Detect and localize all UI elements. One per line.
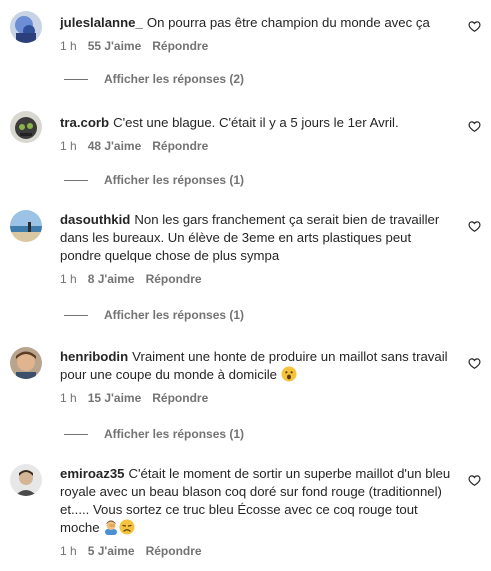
likes-count[interactable]: 5 J'aime bbox=[88, 544, 135, 558]
timestamp[interactable]: 1 h bbox=[60, 544, 77, 558]
comment-text: henribodin Vraiment une honte de produire… bbox=[60, 348, 452, 384]
disappointed-face-icon bbox=[119, 519, 135, 535]
comment-text: dasouthkid Non les gars franchement ça se… bbox=[60, 211, 452, 265]
avatar[interactable] bbox=[10, 464, 42, 496]
heart-outline-icon[interactable] bbox=[468, 357, 481, 370]
likes-count[interactable]: 8 J'aime bbox=[88, 272, 135, 286]
view-replies-button[interactable]: Afficher les réponses (1) bbox=[64, 307, 244, 323]
username-link[interactable]: henribodin bbox=[60, 349, 128, 364]
comment-text: juleslalanne_ On pourra pas être champion… bbox=[60, 14, 452, 32]
comment-body: C'est une blague. C'était il y a 5 jours… bbox=[113, 115, 399, 130]
comment-text: tra.corb C'est une blague. C'était il y a… bbox=[60, 114, 452, 132]
comment-text: emiroaz35 C'était le moment de sortir un … bbox=[60, 465, 452, 537]
likes-count[interactable]: 48 J'aime bbox=[88, 139, 142, 153]
heart-outline-icon[interactable] bbox=[468, 120, 481, 133]
view-replies-button[interactable]: Afficher les réponses (1) bbox=[64, 426, 244, 442]
heart-outline-icon[interactable] bbox=[468, 474, 481, 487]
timestamp[interactable]: 1 h bbox=[60, 39, 77, 53]
divider bbox=[64, 434, 88, 436]
avatar[interactable] bbox=[10, 210, 42, 242]
timestamp[interactable]: 1 h bbox=[60, 139, 77, 153]
avatar[interactable] bbox=[10, 11, 42, 43]
username-link[interactable]: tra.corb bbox=[60, 115, 109, 130]
divider bbox=[64, 180, 88, 182]
heart-outline-icon[interactable] bbox=[468, 20, 481, 33]
man-facepalming-icon bbox=[105, 520, 118, 535]
comment-meta: 1 h 15 J'aime Répondre bbox=[60, 390, 452, 406]
reply-button[interactable]: Répondre bbox=[152, 139, 208, 153]
divider bbox=[64, 79, 88, 81]
view-replies-button[interactable]: Afficher les réponses (1) bbox=[64, 172, 244, 188]
divider bbox=[64, 315, 88, 317]
avatar[interactable] bbox=[10, 347, 42, 379]
comment-meta: 1 h 48 J'aime Répondre bbox=[60, 138, 452, 154]
username-link[interactable]: dasouthkid bbox=[60, 212, 130, 227]
timestamp[interactable]: 1 h bbox=[60, 272, 77, 286]
reply-button[interactable]: Répondre bbox=[146, 544, 202, 558]
reply-button[interactable]: Répondre bbox=[152, 391, 208, 405]
reply-button[interactable]: Répondre bbox=[152, 39, 208, 53]
view-replies-button[interactable]: Afficher les réponses (2) bbox=[64, 71, 244, 87]
reply-button[interactable]: Répondre bbox=[146, 272, 202, 286]
heart-outline-icon[interactable] bbox=[468, 220, 481, 233]
astonished-face-icon bbox=[281, 366, 297, 382]
comment-meta: 1 h 8 J'aime Répondre bbox=[60, 271, 452, 287]
comment-body: On pourra pas être champion du monde ave… bbox=[146, 15, 430, 30]
timestamp[interactable]: 1 h bbox=[60, 391, 77, 405]
avatar[interactable] bbox=[10, 111, 42, 143]
likes-count[interactable]: 55 J'aime bbox=[88, 39, 142, 53]
comment-meta: 1 h 5 J'aime Répondre bbox=[60, 543, 452, 559]
likes-count[interactable]: 15 J'aime bbox=[88, 391, 142, 405]
comment-meta: 1 h 55 J'aime Répondre bbox=[60, 38, 452, 54]
username-link[interactable]: emiroaz35 bbox=[60, 466, 125, 481]
username-link[interactable]: juleslalanne_ bbox=[60, 15, 143, 30]
